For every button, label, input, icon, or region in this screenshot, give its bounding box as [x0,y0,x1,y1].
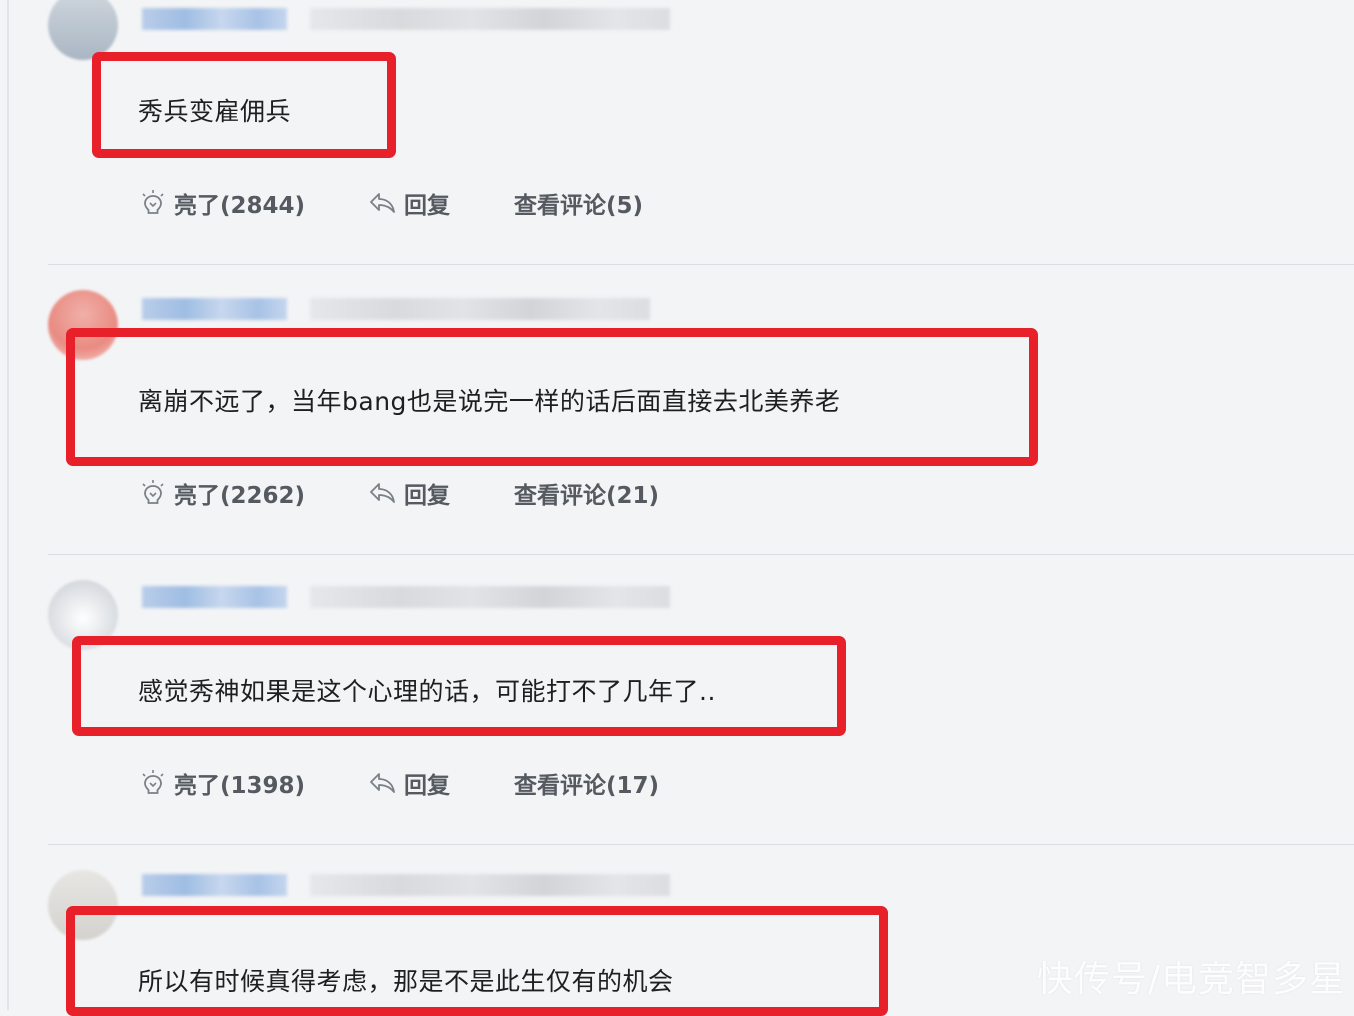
username-blurred[interactable] [142,586,287,608]
like-count: 亮了(2262) [174,483,306,509]
comment-item-3: 感觉秀神如果是这个心理的话，可能打不了几年了.. 亮了(1398) 回复 查看评… [0,580,1354,870]
comment-actions: 亮了(2844) 回复 查看评论(5) [140,186,643,220]
divider [48,554,1354,555]
reply-button[interactable]: 回复 [368,186,514,220]
like-count: 亮了(2844) [174,193,306,219]
reply-label: 回复 [404,193,450,219]
comment-item-1: 秀兵变雇佣兵 亮了(2844) 回复 查看评论(5) [0,0,1354,290]
meta-blurred [310,298,650,320]
like-button[interactable]: 亮了(2262) [140,476,368,510]
view-comments-label: 查看评论(21) [514,483,660,509]
username-blurred[interactable] [142,298,287,320]
view-comments-label: 查看评论(5) [514,193,644,219]
divider [48,844,1354,845]
reply-button[interactable]: 回复 [368,476,514,510]
view-comments-link[interactable]: 查看评论(5) [514,186,643,220]
watermark: 快传号/电竞智多星 [1036,959,1346,1000]
meta-blurred [310,8,670,30]
view-comments-label: 查看评论(17) [514,773,660,799]
username-blurred[interactable] [142,874,287,896]
avatar[interactable] [48,0,118,60]
comment-actions: 亮了(2262) 回复 查看评论(21) [140,476,659,510]
comment-text: 所以有时候真得考虑，那是不是此生仅有的机会 [138,967,674,996]
comment-item-2: 离崩不远了，当年bang也是说完一样的话后面直接去北美养老 亮了(2262) 回… [0,290,1354,580]
like-count: 亮了(1398) [174,773,306,799]
view-comments-link[interactable]: 查看评论(21) [514,476,659,510]
reply-arrow-icon [370,773,395,793]
lightbulb-icon [142,190,164,214]
meta-blurred [310,586,670,608]
divider [48,264,1354,265]
reply-arrow-icon [370,193,395,213]
meta-blurred [310,874,670,896]
like-button[interactable]: 亮了(2844) [140,186,368,220]
reply-label: 回复 [404,483,450,509]
comment-text: 感觉秀神如果是这个心理的话，可能打不了几年了.. [138,677,716,706]
highlight-box [66,906,888,1016]
lightbulb-icon [142,480,164,504]
like-button[interactable]: 亮了(1398) [140,766,368,800]
comment-text: 离崩不远了，当年bang也是说完一样的话后面直接去北美养老 [138,387,841,416]
comment-text: 秀兵变雇佣兵 [138,97,292,126]
comment-actions: 亮了(1398) 回复 查看评论(17) [140,766,659,800]
username-blurred[interactable] [142,8,287,30]
view-comments-link[interactable]: 查看评论(17) [514,766,659,800]
lightbulb-icon [142,770,164,794]
reply-label: 回复 [404,773,450,799]
reply-button[interactable]: 回复 [368,766,514,800]
reply-arrow-icon [370,483,395,503]
